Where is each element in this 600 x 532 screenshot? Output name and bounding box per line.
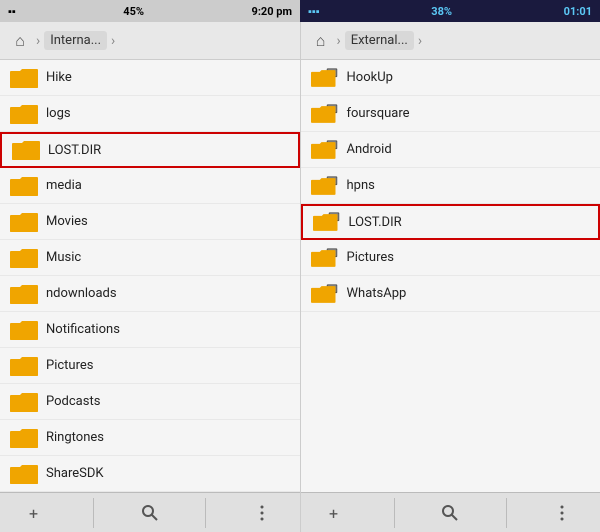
right-breadcrumb[interactable]: ⌂ › External... ›: [301, 22, 600, 60]
left-more-button[interactable]: [242, 496, 282, 530]
file-name: Podcasts: [46, 394, 100, 409]
left-panel: ⌂ › Interna... › Hike logs LOST.DIR medi…: [0, 22, 301, 532]
left-toolbar: +: [0, 492, 300, 532]
list-item[interactable]: Notifications: [0, 312, 300, 348]
file-name: ndownloads: [46, 286, 117, 301]
list-item[interactable]: logs: [0, 96, 300, 132]
file-name: logs: [46, 106, 71, 121]
file-name: LOST.DIR: [48, 143, 101, 158]
file-name: Movies: [46, 214, 88, 229]
left-add-button[interactable]: +: [18, 496, 58, 530]
right-add-button[interactable]: +: [318, 496, 358, 530]
status-left-icons: ▪▪: [8, 5, 16, 18]
status-bar-left: ▪▪ 45% 9:20 pm: [0, 0, 300, 22]
file-name: Ringtones: [46, 430, 104, 445]
list-item[interactable]: Music: [0, 240, 300, 276]
file-name: hpns: [347, 178, 375, 193]
status-left-battery: 45%: [123, 5, 144, 18]
list-item[interactable]: ShareSDK: [0, 456, 300, 492]
left-breadcrumb[interactable]: ⌂ › Interna... ›: [0, 22, 300, 60]
right-more-button[interactable]: [542, 496, 582, 530]
status-left-time: 9:20 pm: [252, 5, 292, 18]
file-name: Pictures: [46, 358, 93, 373]
right-toolbar-divider2: [506, 498, 507, 528]
left-toolbar-divider2: [205, 498, 206, 528]
right-toolbar: +: [301, 492, 600, 532]
left-breadcrumb-end-arrow: ›: [111, 33, 115, 49]
list-item[interactable]: Ringtones: [0, 420, 300, 456]
list-item[interactable]: HookUp: [301, 60, 600, 96]
status-right-icons: ▪▪▪: [308, 5, 320, 18]
list-item[interactable]: Pictures: [0, 348, 300, 384]
file-name: media: [46, 178, 82, 193]
file-name: Android: [347, 142, 392, 157]
main-panels: ⌂ › Interna... › Hike logs LOST.DIR medi…: [0, 22, 600, 532]
file-name: Hike: [46, 70, 72, 85]
file-name: WhatsApp: [347, 286, 407, 301]
list-item[interactable]: media: [0, 168, 300, 204]
list-item[interactable]: LOST.DIR: [301, 204, 600, 240]
svg-text:+: +: [329, 504, 338, 522]
svg-text:+: +: [29, 504, 38, 522]
list-item[interactable]: LOST.DIR: [0, 132, 300, 168]
list-item[interactable]: foursquare: [301, 96, 600, 132]
list-item[interactable]: Hike: [0, 60, 300, 96]
file-name: Pictures: [347, 250, 394, 265]
left-breadcrumb-text[interactable]: Interna...: [44, 31, 107, 50]
file-name: foursquare: [347, 106, 410, 121]
status-right-time: 01:01: [564, 5, 592, 18]
right-toolbar-divider1: [394, 498, 395, 528]
left-toolbar-divider1: [93, 498, 94, 528]
right-file-list: HookUp foursquare Android hpns LOST.DIR: [301, 60, 600, 492]
list-item[interactable]: Movies: [0, 204, 300, 240]
status-bars: ▪▪ 45% 9:20 pm ▪▪▪ 38% 01:01: [0, 0, 600, 22]
file-name: ShareSDK: [46, 466, 104, 481]
right-breadcrumb-end-arrow: ›: [418, 33, 422, 49]
right-panel: ⌂ › External... › HookUp foursquare Andr…: [301, 22, 600, 532]
left-home-icon[interactable]: ⌂: [8, 29, 32, 53]
file-name: Music: [46, 250, 81, 265]
list-item[interactable]: WhatsApp: [301, 276, 600, 312]
list-item[interactable]: hpns: [301, 168, 600, 204]
left-file-list: Hike logs LOST.DIR media Movies Music nd…: [0, 60, 300, 492]
list-item[interactable]: Podcasts: [0, 384, 300, 420]
left-search-button[interactable]: [130, 496, 170, 530]
right-search-button[interactable]: [430, 496, 470, 530]
list-item[interactable]: ndownloads: [0, 276, 300, 312]
left-breadcrumb-arrow: ›: [36, 33, 40, 49]
status-bar-right: ▪▪▪ 38% 01:01: [300, 0, 600, 22]
status-right-battery: 38%: [431, 5, 452, 18]
file-name: HookUp: [347, 70, 393, 85]
file-name: LOST.DIR: [349, 215, 402, 230]
file-name: Notifications: [46, 322, 120, 337]
right-breadcrumb-text[interactable]: External...: [345, 31, 414, 50]
right-home-icon[interactable]: ⌂: [309, 29, 333, 53]
right-breadcrumb-arrow: ›: [337, 33, 341, 49]
list-item[interactable]: Android: [301, 132, 600, 168]
list-item[interactable]: Pictures: [301, 240, 600, 276]
